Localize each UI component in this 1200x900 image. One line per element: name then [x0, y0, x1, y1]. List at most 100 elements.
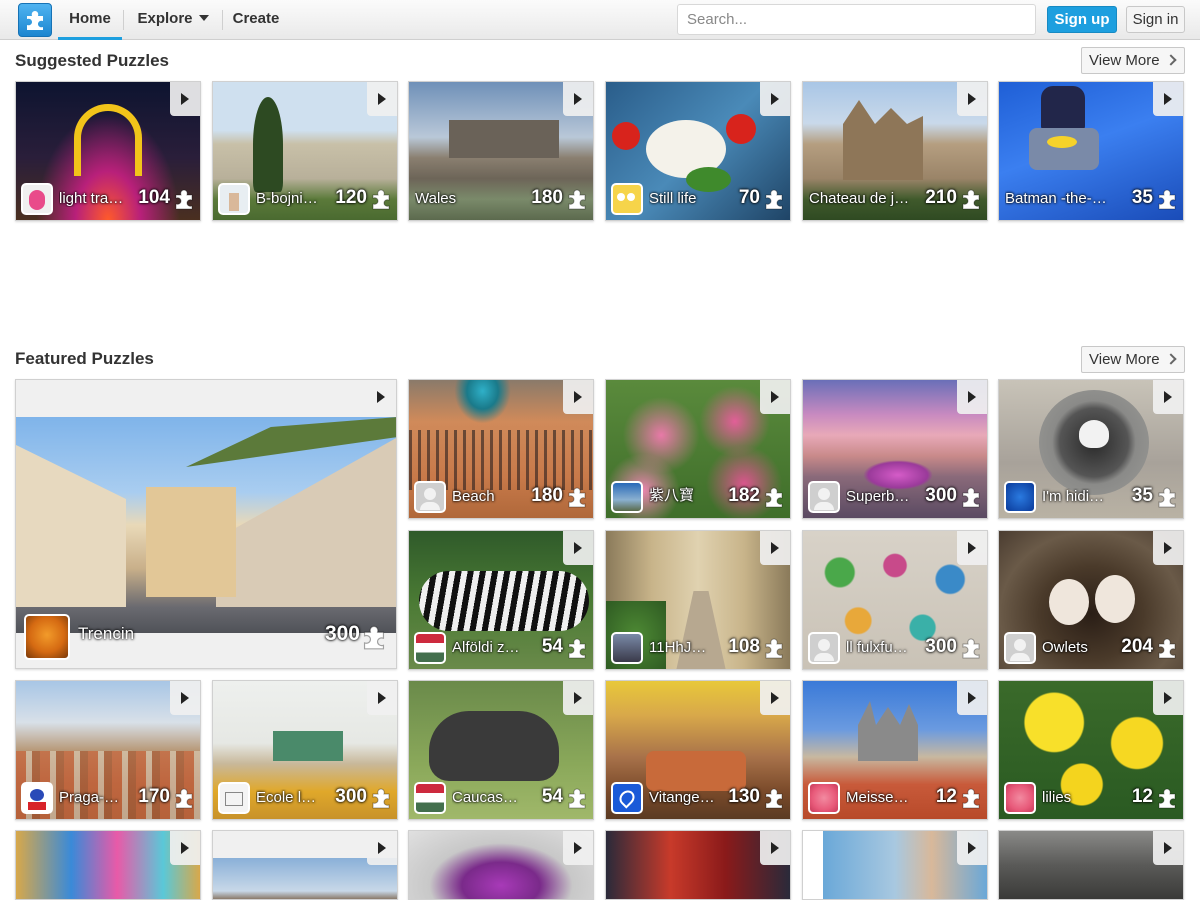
sign-in-button[interactable]: Sign in: [1126, 6, 1185, 33]
puzzle-logo-icon[interactable]: [18, 3, 52, 37]
play-icon[interactable]: [367, 82, 397, 116]
sign-up-button[interactable]: Sign up: [1047, 6, 1117, 33]
puzzle-tile[interactable]: 紫八寶 182: [605, 379, 791, 519]
play-icon[interactable]: [957, 681, 987, 715]
puzzle-piece-count: 12: [1131, 786, 1153, 807]
puzzle-piece-count: 54: [541, 786, 563, 807]
featured-image: [16, 417, 396, 633]
view-more-label: View More: [1089, 52, 1160, 69]
play-icon[interactable]: [170, 681, 200, 715]
puzzle-tile[interactable]: light tra… 104: [15, 81, 201, 221]
puzzle-tile[interactable]: [802, 830, 988, 900]
basil: [686, 167, 731, 192]
puzzle-tile[interactable]: B-bojni… 120: [212, 81, 398, 221]
play-icon[interactable]: [563, 831, 593, 865]
puzzle-tile[interactable]: [15, 830, 201, 900]
featured-main-puzzle-tile[interactable]: Trencin 300: [15, 379, 397, 669]
puzzle-tile[interactable]: Beach 180: [408, 379, 594, 519]
puzzle-title: Owlets: [1042, 639, 1088, 656]
nav-explore-label: Explore: [137, 10, 193, 27]
nav-explore[interactable]: Explore: [124, 0, 222, 40]
puzzle-tile[interactable]: Chateau de j… 210: [802, 81, 988, 221]
play-icon[interactable]: [563, 531, 593, 565]
avatar: [218, 782, 250, 814]
puzzle-tile[interactable]: 11HhJ… 108: [605, 530, 791, 670]
puzzle-tile[interactable]: lilies 12: [998, 680, 1184, 820]
puzzle-title: lilies: [1042, 789, 1072, 806]
play-icon[interactable]: [1153, 831, 1183, 865]
play-icon[interactable]: [957, 380, 987, 414]
puzzle-piece-icon: [765, 638, 783, 659]
play-icon[interactable]: [367, 681, 397, 715]
puzzle-tile[interactable]: Caucasi… 54: [408, 680, 594, 820]
puzzle-piece-count: 180: [531, 485, 563, 506]
owl: [1095, 575, 1135, 623]
puzzle-title: Alföldi ze…: [452, 639, 520, 656]
play-icon[interactable]: [1153, 531, 1183, 565]
play-icon[interactable]: [957, 831, 987, 865]
puzzle-piece-icon: [363, 625, 385, 650]
castle: [449, 120, 559, 158]
puzzle-piece-icon: [372, 788, 390, 809]
search-input[interactable]: [677, 4, 1036, 35]
featured-section-title: Featured Puzzles: [15, 349, 154, 368]
play-icon[interactable]: [563, 380, 593, 414]
play-icon[interactable]: [760, 82, 790, 116]
play-icon[interactable]: [957, 531, 987, 565]
puzzle-tile[interactable]: [408, 830, 594, 900]
play-icon[interactable]: [1153, 82, 1183, 116]
puzzle-tile[interactable]: Still life 70: [605, 81, 791, 221]
owl: [1049, 579, 1089, 625]
play-icon[interactable]: [170, 82, 200, 116]
puzzle-piece-count: 204: [1121, 636, 1153, 657]
play-icon[interactable]: [1153, 681, 1183, 715]
nav-create[interactable]: Create: [224, 0, 288, 40]
building: [216, 437, 396, 607]
play-icon[interactable]: [760, 831, 790, 865]
nav-home[interactable]: Home: [58, 0, 122, 40]
puzzle-tile[interactable]: Superb… 300: [802, 379, 988, 519]
play-icon[interactable]: [170, 831, 200, 865]
play-icon[interactable]: [367, 831, 397, 865]
nav-home-label: Home: [69, 10, 111, 27]
bridge-arch: [74, 104, 142, 176]
puzzle-tile[interactable]: Praga-… 170: [15, 680, 201, 820]
puzzle-tile[interactable]: Vitange… 130: [605, 680, 791, 820]
play-icon[interactable]: [1153, 380, 1183, 414]
alley: [676, 591, 726, 669]
puzzle-tile[interactable]: Owlets 204: [998, 530, 1184, 670]
play-icon[interactable]: [760, 380, 790, 414]
puzzle-tile[interactable]: Alföldi ze… 54: [408, 530, 594, 670]
suggested-view-more-button[interactable]: View More: [1081, 47, 1185, 74]
puzzle-piece-icon: [568, 638, 586, 659]
view-more-label: View More: [1089, 351, 1160, 368]
play-icon[interactable]: [563, 681, 593, 715]
puzzle-tile[interactable]: [605, 830, 791, 900]
dog: [429, 711, 559, 781]
puzzle-tile[interactable]: [998, 830, 1184, 900]
featured-view-more-button[interactable]: View More: [1081, 346, 1185, 373]
play-icon[interactable]: [957, 82, 987, 116]
puzzle-piece-count: 104: [138, 187, 170, 208]
puzzle-tile[interactable]: Ecole l… 300: [212, 680, 398, 820]
puzzle-tile[interactable]: ll fulxfu… 300: [802, 530, 988, 670]
puzzle-title: ll fulxfu…: [846, 639, 908, 656]
puzzle-title: Caucasi…: [452, 789, 520, 806]
avatar: [611, 782, 643, 814]
puzzle-tile[interactable]: [212, 830, 398, 900]
puzzle-title: B-bojni…: [256, 190, 318, 207]
puzzle-tile[interactable]: Meissen… 12: [802, 680, 988, 820]
puzzle-title: Beach: [452, 488, 495, 505]
play-icon[interactable]: [760, 531, 790, 565]
play-icon[interactable]: [366, 380, 396, 414]
puzzle-title: Superb…: [846, 488, 910, 505]
play-icon[interactable]: [563, 82, 593, 116]
building: [16, 445, 126, 607]
puzzle-tile[interactable]: Wales 180: [408, 81, 594, 221]
puzzle-title: Praga-…: [59, 789, 120, 806]
avatar: [808, 782, 840, 814]
puzzle-tile[interactable]: Batman -the-br… 35: [998, 81, 1184, 221]
puzzle-tile[interactable]: I'm hidin… 35: [998, 379, 1184, 519]
puzzle-piece-count: 35: [1131, 485, 1153, 506]
play-icon[interactable]: [760, 681, 790, 715]
